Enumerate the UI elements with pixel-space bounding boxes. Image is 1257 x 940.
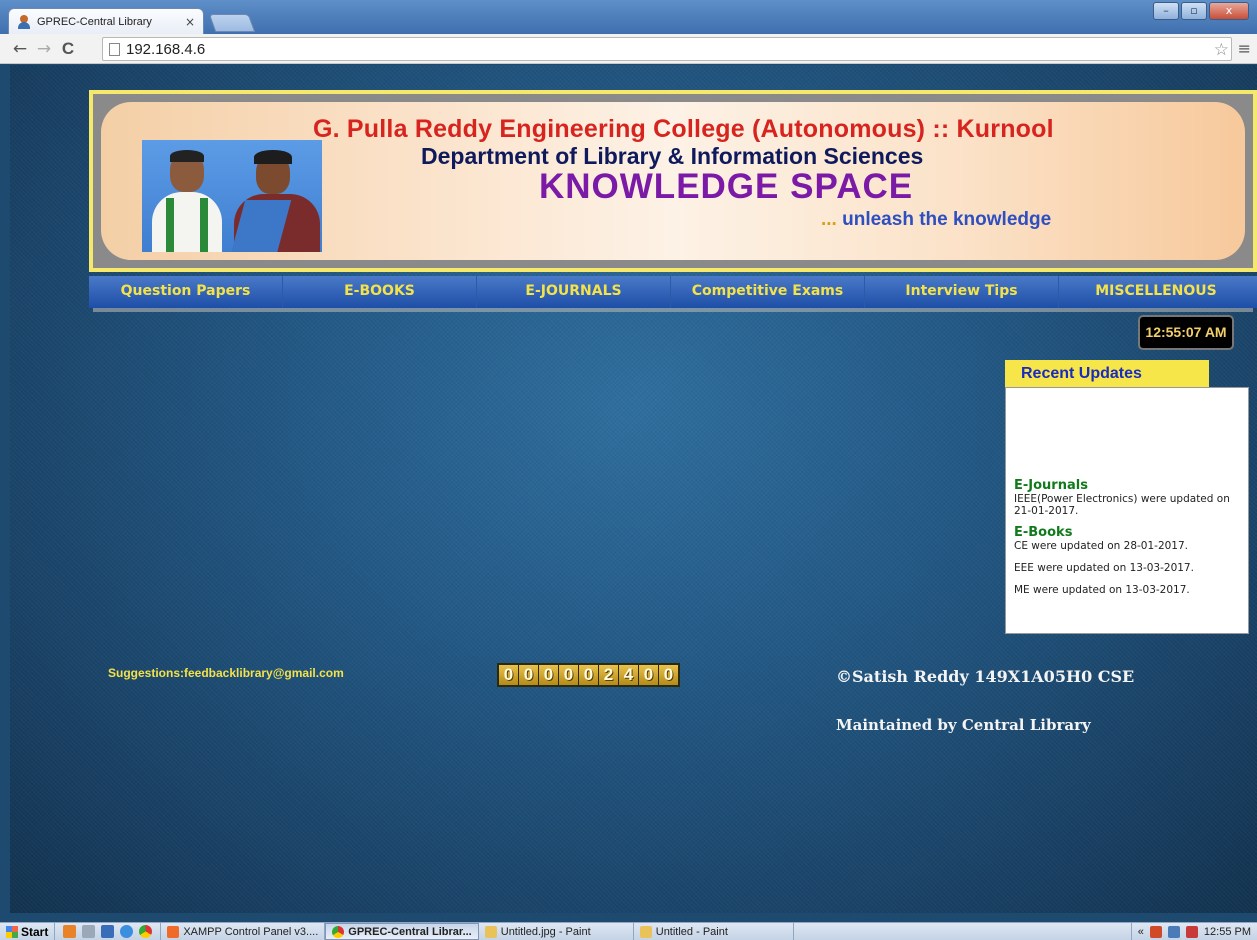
paint-icon (484, 925, 497, 938)
counter-digit: 4 (619, 665, 638, 685)
browser-toolbar: ← → C 192.168.4.6 ☆ ≡ (0, 34, 1257, 64)
nav-e-journals[interactable]: E-JOURNALS (477, 276, 671, 308)
quick-launch (55, 923, 162, 940)
volume-icon[interactable] (1185, 925, 1198, 938)
founders-photo (142, 140, 322, 252)
nav-shadow (93, 308, 1253, 312)
counter-digit: 0 (579, 665, 598, 685)
recent-updates-panel: E-Journals IEEE(Power Electronics) were … (1005, 387, 1249, 634)
taskbar-item-paint[interactable]: Untitled - Paint (634, 923, 794, 940)
banner-card: G. Pulla Reddy Engineering College (Auto… (101, 102, 1245, 260)
tray-clock[interactable]: 12:55 PM (1204, 926, 1251, 938)
tab-close-icon[interactable]: × (185, 15, 195, 29)
back-icon[interactable]: ← (10, 39, 30, 59)
taskbar-item-paint-jpg[interactable]: Untitled.jpg - Paint (479, 923, 634, 940)
tagline: ... unleash the knowledge (821, 209, 1052, 230)
url-text[interactable]: 192.168.4.6 (126, 41, 205, 58)
browser-tab[interactable]: GPREC-Central Library × (8, 8, 204, 34)
update-text-books-me: ME were updated on 13-03-2017. (1014, 584, 1190, 596)
reload-icon[interactable]: C (58, 39, 78, 59)
developer-credit: ©Satish Reddy 149X1A05H0 CSE (836, 667, 1135, 686)
paint-icon (639, 925, 652, 938)
update-text-books-ce: CE were updated on 28-01-2017. (1014, 540, 1189, 552)
start-label: Start (21, 924, 49, 939)
chrome-icon (332, 925, 345, 938)
header-banner: G. Pulla Reddy Engineering College (Auto… (89, 90, 1257, 272)
desktop-icon[interactable] (101, 925, 115, 938)
windows-logo-icon (6, 925, 18, 938)
counter-digit: 2 (599, 665, 618, 685)
browser-tabstrip: GPREC-Central Library × – ▫ x (0, 0, 1257, 34)
nav-question-papers[interactable]: Question Papers (89, 276, 283, 308)
tray-expand-icon[interactable]: « (1138, 926, 1144, 938)
network-icon[interactable] (1167, 925, 1180, 938)
counter-digit: 0 (539, 665, 558, 685)
start-button[interactable]: Start (0, 923, 56, 940)
page-icon (109, 42, 120, 56)
maximize-button[interactable]: ▫ (1181, 2, 1207, 20)
nav-competitive-exams[interactable]: Competitive Exams (671, 276, 865, 308)
nav-e-books[interactable]: E-BOOKS (283, 276, 477, 308)
taskbar-item-browser[interactable]: GPREC-Central Librar... (325, 923, 479, 940)
os-taskbar: Start XAMPP Control Panel v3.... GPREC-C… (0, 922, 1257, 940)
update-text-journals: IEEE(Power Electronics) were updated on … (1014, 493, 1230, 517)
recent-updates-title: Recent Updates (1005, 360, 1209, 388)
minimize-button[interactable]: – (1153, 2, 1179, 20)
nav-miscellenous[interactable]: MISCELLENOUS (1059, 276, 1253, 308)
counter-digit: 0 (499, 665, 518, 685)
counter-digit: 0 (559, 665, 578, 685)
counter-digit: 0 (659, 665, 678, 685)
internet-explorer-icon[interactable] (120, 925, 134, 938)
counter-digit: 0 (639, 665, 658, 685)
college-name: G. Pulla Reddy Engineering College (Auto… (313, 115, 1054, 143)
maintained-by: Maintained by Central Library (836, 716, 1091, 734)
xampp-icon (167, 925, 180, 938)
suggestions-email[interactable]: Suggestions:feedbacklibrary@gmail.com (108, 666, 344, 680)
nav-interview-tips[interactable]: Interview Tips (865, 276, 1059, 308)
new-tab-button[interactable] (208, 14, 256, 32)
update-text-books-eee: EEE were updated on 13-03-2017. (1014, 562, 1194, 574)
page-content: G. Pulla Reddy Engineering College (Auto… (10, 65, 1257, 913)
department-name: Department of Library & Information Scie… (421, 143, 924, 169)
site-favicon-icon (17, 14, 31, 29)
main-nav: Question Papers E-BOOKS E-JOURNALS Compe… (89, 276, 1257, 308)
counter-digit: 0 (519, 665, 538, 685)
taskbar-item-xampp[interactable]: XAMPP Control Panel v3.... (161, 923, 326, 940)
app-launcher-icon[interactable] (63, 925, 77, 938)
clock-display: 12:55:07 AM (1138, 315, 1234, 350)
update-heading-books[interactable]: E-Books (1014, 525, 1240, 540)
update-heading-journals[interactable]: E-Journals (1014, 478, 1240, 493)
window-controls: – ▫ x (1153, 2, 1249, 20)
close-window-button[interactable]: x (1209, 2, 1249, 20)
system-tray: « 12:55 PM (1130, 923, 1257, 940)
visitor-counter: 0 0 0 0 0 2 4 0 0 (497, 663, 680, 687)
network-tool-icon[interactable] (82, 925, 96, 938)
tab-title: GPREC-Central Library (37, 15, 152, 28)
site-title: KNOWLEDGE SPACE (539, 167, 914, 206)
bookmark-star-icon[interactable]: ☆ (1214, 40, 1229, 60)
security-icon[interactable] (1149, 925, 1162, 938)
forward-icon[interactable]: → (34, 39, 54, 59)
chrome-icon[interactable] (139, 925, 153, 938)
browser-menu-icon[interactable]: ≡ (1238, 39, 1251, 58)
address-bar[interactable]: 192.168.4.6 (102, 37, 1232, 61)
